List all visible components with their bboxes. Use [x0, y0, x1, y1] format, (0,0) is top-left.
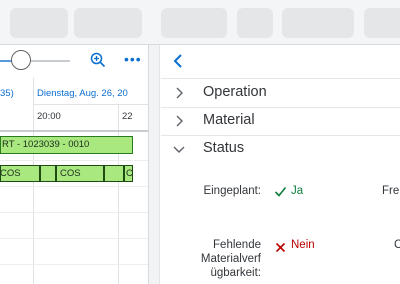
operation-label: COS: [0, 168, 21, 179]
panel-splitter[interactable]: [148, 45, 160, 284]
field-label-partial: Fre: [382, 185, 400, 197]
toolbar-button-5[interactable]: [282, 8, 354, 38]
header-separator: [0, 130, 148, 132]
field-label-partial: C: [394, 239, 400, 251]
more-options-icon[interactable]: •••: [124, 52, 142, 66]
chevron-down-icon[interactable]: [172, 142, 186, 156]
toolbar-button-2[interactable]: [74, 8, 142, 38]
row-divider: [0, 238, 148, 239]
row-divider: [0, 264, 148, 265]
section-operation[interactable]: [161, 79, 400, 108]
eingeplant-value: Ja: [291, 185, 304, 197]
toolbar-button-3[interactable]: [161, 8, 227, 38]
eingeplant-label: Eingeplant:: [203, 185, 261, 197]
row-divider: [0, 160, 148, 161]
zoom-slider-handle[interactable]: [11, 50, 31, 70]
operation-bar[interactable]: [104, 165, 124, 182]
date-label: Dienstag, Aug. 26, 20: [37, 88, 128, 99]
fehlende-label-line2: Materialverf: [200, 253, 261, 265]
chevron-right-icon[interactable]: [172, 114, 186, 128]
header-divider: [34, 104, 148, 105]
section-material[interactable]: [161, 107, 400, 136]
time-label: 20:00: [37, 111, 61, 122]
operation-label: COS: [60, 168, 81, 179]
check-icon: [274, 185, 287, 198]
row-divider: [0, 186, 148, 187]
section-label: Operation: [203, 84, 267, 100]
gantt-time-header: [0, 78, 148, 132]
back-icon[interactable]: [170, 52, 186, 70]
fehlende-label-line3: ügbarkeit:: [210, 267, 261, 279]
toolbar-button-6[interactable]: [364, 8, 400, 38]
section-status[interactable]: [161, 135, 400, 163]
operation-bar[interactable]: [40, 165, 56, 182]
row-divider: [0, 212, 148, 213]
detail-header: [161, 45, 400, 79]
fehlende-value: Nein: [291, 239, 315, 251]
close-icon: [275, 240, 286, 253]
section-label: Status: [203, 140, 245, 156]
time-label: 22: [122, 111, 133, 122]
toolbar-button-1[interactable]: [10, 8, 68, 38]
order-bar-label: RT - 1023039 - 0010: [2, 139, 90, 150]
operation-label: C: [126, 168, 133, 179]
date-label-previous: 35): [0, 88, 14, 99]
zoom-in-icon[interactable]: [90, 52, 106, 68]
chevron-right-icon[interactable]: [172, 86, 186, 100]
fehlende-label-line1: Fehlende: [213, 239, 261, 251]
section-label: Material: [203, 112, 255, 128]
toolbar-button-4[interactable]: [237, 8, 273, 38]
